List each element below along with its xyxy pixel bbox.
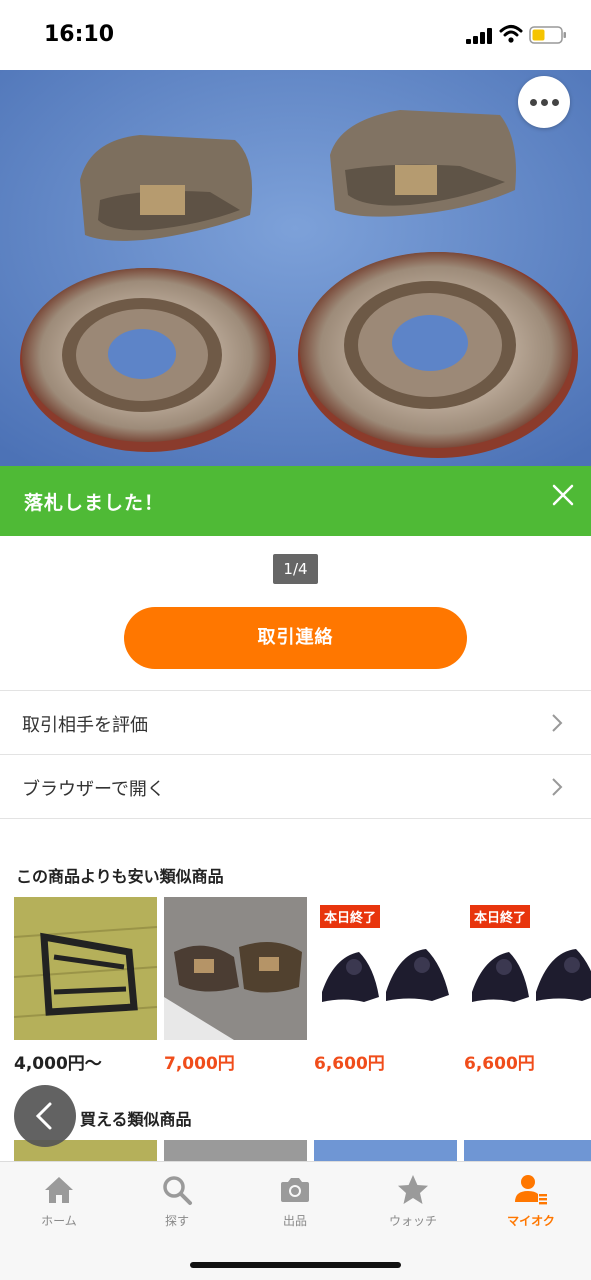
product-card[interactable]: 本日終了 6,600円 [464,897,591,1074]
camera-icon [281,1178,309,1202]
product-thumbnail [164,897,307,1040]
won-auction-banner: 落札しました！ [0,466,591,536]
ending-today-badge: 本日終了 [320,905,381,928]
product-price: 4,000円〜 [14,1054,102,1074]
my-account-icon [515,1175,547,1205]
product-thumbnail[interactable] [314,1140,457,1162]
status-time: 16:10 [44,22,115,47]
product-thumbnail[interactable] [464,1140,591,1162]
similar-buy-now-title: 買える類似商品 [80,1110,192,1129]
product-thumbnail: 本日終了 [314,897,457,1040]
status-bar: 16:10 [0,0,591,70]
menu-label: 取引相手を評価 [22,715,148,736]
similar-cheaper-title: この商品よりも安い類似商品 [16,867,224,886]
more-icon [529,98,537,106]
tab-sell[interactable]: 出品 [236,1172,354,1229]
tab-watch[interactable]: ウォッチ [354,1172,472,1229]
rate-partner-row[interactable]: 取引相手を評価 [0,690,591,754]
more-options-button[interactable] [518,76,570,128]
home-indicator [190,1262,401,1268]
wifi-icon [499,25,523,43]
product-card[interactable]: 本日終了 6,600円 [314,897,457,1074]
menu-label: ブラウザーで開く [22,779,165,800]
product-card[interactable]: 4,000円〜 [14,897,157,1074]
product-photo[interactable] [0,70,591,466]
contact-seller-button[interactable]: 取引連絡 [124,607,467,669]
chevron-right-icon [552,778,563,796]
tab-my-auction[interactable]: マイオク [472,1172,590,1229]
close-icon[interactable] [546,478,580,512]
product-price: 6,600円 [314,1054,385,1074]
banner-message: 落札しました！ [24,492,165,514]
chevron-left-icon [35,1102,52,1130]
ending-today-badge: 本日終了 [470,905,531,928]
tab-home[interactable]: ホーム [0,1172,118,1229]
product-price: 6,600円 [464,1054,535,1074]
tab-search[interactable]: 探す [118,1172,236,1229]
product-thumbnail [14,897,157,1040]
brake-parts-image [0,70,591,466]
product-thumbnail[interactable] [164,1140,307,1162]
battery-icon [529,26,566,44]
product-thumbnail: 本日終了 [464,897,591,1040]
signal-icon [466,28,492,44]
product-price: 7,000円 [164,1054,235,1074]
chevron-right-icon [552,714,563,732]
search-icon [163,1176,192,1205]
star-icon [398,1175,428,1204]
product-card[interactable]: 7,000円 [164,897,307,1074]
photo-page-indicator: 1/4 [273,554,318,584]
back-button[interactable] [14,1085,76,1147]
open-in-browser-row[interactable]: ブラウザーで開く [0,754,591,819]
home-icon [45,1177,73,1203]
